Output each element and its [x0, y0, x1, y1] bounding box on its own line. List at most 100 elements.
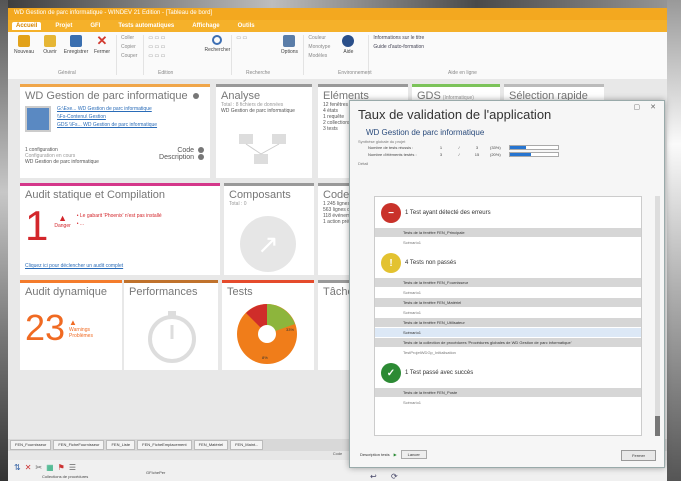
copy-command[interactable]: Copier — [121, 44, 137, 50]
tab-accueil[interactable]: Accueil — [12, 22, 42, 30]
project-tile[interactable]: WD Gestion de parc informatique G:\Exe..… — [20, 84, 210, 178]
delete-icon[interactable]: ✕ — [25, 463, 32, 472]
performances-title: Performances — [129, 286, 198, 298]
edit-command-2[interactable]: ▭ ▭ ▭ — [148, 44, 199, 50]
run-button[interactable]: Lancer — [400, 450, 427, 459]
edit-group-2: ▭ ▭ ▭ ▭ ▭ ▭ ▭ ▭ ▭ — [143, 35, 203, 75]
dialog-subtitle: WD Gestion de parc informatique — [366, 128, 485, 137]
ribbon-group-labels: Général Edition Recherche Environnement … — [58, 70, 477, 76]
result-row[interactable]: TestProjetWDGp_Initialisation — [375, 347, 641, 357]
help-button[interactable]: Aide — [336, 35, 360, 55]
doc-tab-5[interactable]: FEN_Matériel — [193, 440, 229, 450]
tab-tests[interactable]: Tests automatiques — [114, 22, 178, 30]
help-guide-link[interactable]: Guide d'auto-formation — [373, 44, 424, 50]
stopwatch-icon — [148, 311, 196, 363]
result-group-heading: −1 Test ayant détecté des erreurs — [375, 197, 641, 227]
help-info-link[interactable]: Informations sur le titre — [373, 35, 424, 41]
tests-tile[interactable]: Tests 33% 8% — [222, 280, 314, 370]
progress-row-elements: Nombre d'éléments testés : 3 / 15 (20%) — [350, 151, 664, 158]
description-gear-icon — [198, 154, 204, 161]
result-row[interactable]: Scénario1 — [375, 307, 641, 317]
search-icon — [212, 35, 223, 45]
tab-gfi[interactable]: GFI — [86, 22, 104, 30]
project-path-link-1[interactable]: G:\Exe... WD Gestion de parc informatiqu… — [57, 106, 157, 112]
tools-icon[interactable]: ✂ — [35, 463, 42, 472]
result-row[interactable]: Tests de la fenêtre FEN_Fournisseur — [375, 277, 641, 287]
tests-progress-bar — [508, 145, 559, 150]
results-scrollbar[interactable] — [655, 196, 660, 436]
component-arrow-icon: ↗ — [240, 216, 296, 272]
tab-affichage[interactable]: Affichage — [188, 22, 223, 30]
config-name: WD Gestion de parc informatique — [25, 159, 99, 165]
audit-full-link[interactable]: Cliquez ici pour déclencher un audit com… — [25, 263, 123, 269]
doc-tab-1[interactable]: FEN_Fournisseur — [10, 440, 52, 450]
chart-icon[interactable]: ▦ — [46, 463, 54, 472]
dialog-restore-icon[interactable]: ▢ — [634, 104, 641, 111]
up-arrow-icon: ▲ — [69, 317, 77, 327]
components-tile[interactable]: Composants Total : 0 ↗ — [224, 183, 314, 275]
result-row[interactable]: Scénario1 — [375, 287, 641, 297]
result-row[interactable]: Tests de la fenêtre FEN_Poste — [375, 387, 641, 397]
result-row[interactable]: Tests de la fenêtre FEN_Utilisateur — [375, 317, 641, 327]
new-button[interactable]: Nouveau — [12, 35, 36, 55]
title-bar: WD Gestion de parc informatique - WINDEV… — [8, 8, 667, 20]
run-icon: ▶ — [393, 452, 397, 457]
dialog-title: Taux de validation de l'application — [358, 107, 552, 122]
close-file-button[interactable]: ✕ Fermer — [90, 34, 114, 55]
doc-tab-3[interactable]: FEN_Liste — [106, 440, 136, 450]
save-button[interactable]: Enregistrer — [64, 35, 88, 55]
result-row[interactable]: Tests de la fenêtre FEN_Principale — [375, 227, 641, 237]
options-button[interactable]: Options — [277, 35, 301, 55]
edit-group: Coller Copier Couper — [116, 35, 141, 75]
tests-pass-label: 33% — [286, 327, 295, 332]
result-row[interactable]: Scénario1 — [375, 237, 641, 247]
edit-command-3[interactable]: ▭ ▭ ▭ — [148, 53, 199, 59]
result-row[interactable]: Tests de la collection de procédures 'Pr… — [375, 337, 641, 347]
analyse-tile[interactable]: Analyse Total : 8 fichiers de données WD… — [216, 84, 312, 178]
audit-tile[interactable]: Audit statique et Compilation 1 ▲ Danger… — [20, 183, 220, 275]
options-icon — [283, 35, 296, 47]
project-path-link-3[interactable]: GDS \\Fs... WD Gestion de parc informati… — [57, 122, 157, 128]
search-option[interactable]: ▭ ▭ — [236, 35, 271, 41]
close-dialog-button[interactable]: Fermer — [621, 450, 656, 461]
tests-title: Tests — [227, 286, 253, 298]
analysis-diagram-icon — [239, 134, 286, 164]
search-button[interactable]: Rechercher — [204, 35, 230, 53]
back-icon[interactable]: ↩ — [370, 472, 377, 481]
gear-icon[interactable] — [192, 93, 199, 100]
description-link[interactable]: Description — [159, 154, 204, 161]
flag-icon[interactable]: ⚑ — [58, 463, 65, 472]
dynamic-audit-count: 23 — [25, 307, 66, 348]
result-row[interactable]: Tests de la fenêtre FEN_Matériel — [375, 297, 641, 307]
result-row[interactable]: Scénario1 — [375, 327, 641, 337]
results-panel: −1 Test ayant détecté des erreurs Tests d… — [374, 196, 642, 436]
open-button[interactable]: Ouvrir — [38, 35, 62, 55]
list-icon[interactable]: ☰ — [69, 463, 76, 472]
code-link[interactable]: Code — [159, 147, 204, 154]
online-help-group: Informations sur le titre Guide d'auto-f… — [368, 35, 428, 75]
paste-command[interactable]: Coller — [121, 35, 137, 41]
performances-tile[interactable]: Performances — [124, 280, 218, 370]
env-couleur[interactable]: Couleur — [308, 35, 330, 41]
background-left — [0, 0, 8, 481]
dialog-close-icon[interactable]: ✕ — [650, 104, 656, 111]
new-document-icon — [18, 35, 30, 47]
doc-tab-6[interactable]: FEN_Maint... — [230, 440, 264, 450]
success-icon: ✓ — [381, 363, 401, 383]
cut-command[interactable]: Couper — [121, 53, 137, 59]
tab-projet[interactable]: Projet — [51, 22, 76, 30]
result-row[interactable]: Scénario1 — [375, 397, 641, 407]
edit-command[interactable]: ▭ ▭ ▭ — [148, 35, 199, 41]
doc-tab-4[interactable]: FEN_FicheEmplacement — [137, 440, 192, 450]
result-group-heading: ✓ 1 Test passé avec succès — [375, 357, 641, 387]
dynamic-audit-tile[interactable]: Audit dynamique 23 ▲ Warnings Problèmes — [20, 280, 122, 370]
refresh-icon[interactable]: ⟳ — [391, 472, 398, 481]
pin-icon[interactable]: ⇅ — [14, 463, 21, 472]
menu-bar: Accueil Projet GFI Tests automatiques Af… — [8, 20, 667, 32]
env-monotype[interactable]: Monotype — [308, 44, 330, 50]
project-path-link-2[interactable]: \\Fs-Contenu\ Gestion — [57, 114, 157, 120]
doc-tab-2[interactable]: FEN_FicheFournisseur — [53, 440, 105, 450]
audit-danger-label: Danger — [54, 223, 71, 229]
env-modeles[interactable]: Modèles — [308, 53, 330, 59]
tab-outils[interactable]: Outils — [234, 22, 259, 30]
